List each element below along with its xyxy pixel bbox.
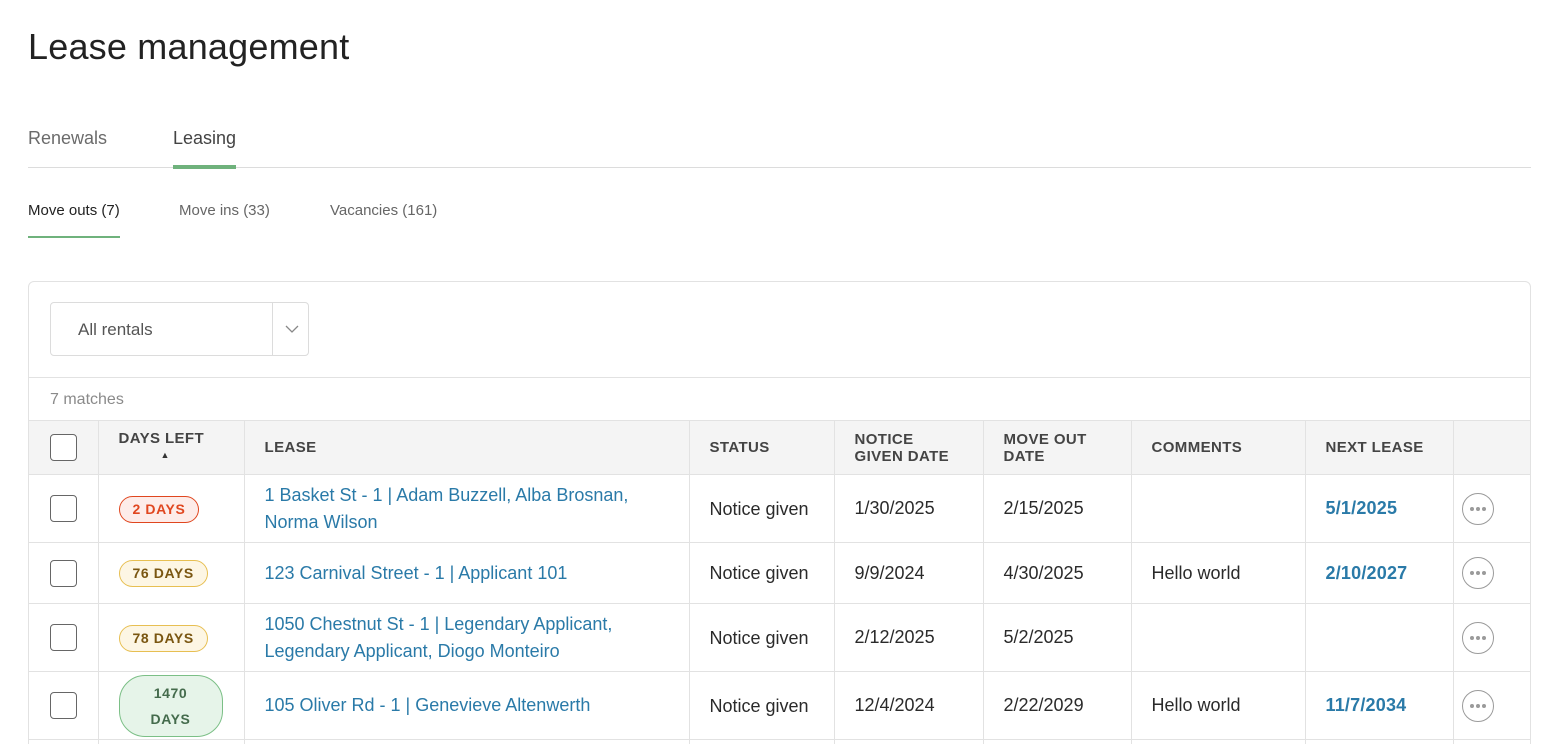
table-row: 76 DAYS 123 Carnival Street - 1 | Applic…: [29, 542, 1530, 604]
subtab-vacancies[interactable]: Vacancies (161): [330, 202, 437, 236]
lease-link[interactable]: 105 Oliver Rd - 1 | Genevieve Altenwerth: [265, 695, 591, 715]
table-row: [29, 739, 1530, 744]
lease-cell: 105 Oliver Rd - 1 | Genevieve Altenwerth: [244, 671, 690, 740]
actions-cell: [1453, 739, 1530, 744]
comments-cell: [1131, 603, 1306, 672]
more-options-icon[interactable]: [1461, 689, 1494, 722]
sort-up-icon[interactable]: ▲: [161, 447, 170, 464]
table-row: 1470 DAYS 105 Oliver Rd - 1 | Genevieve …: [29, 671, 1530, 740]
days-left-badge: 78 DAYS: [118, 624, 208, 652]
select-all-checkbox[interactable]: [50, 434, 77, 461]
page-title: Lease management: [28, 26, 350, 67]
header-notice-given-date-label: NOTICE GIVEN DATE: [854, 430, 950, 465]
next-lease-cell: [1305, 603, 1454, 672]
tab-renewals[interactable]: Renewals: [28, 128, 107, 165]
next-lease-cell: 5/1/2025: [1305, 474, 1454, 543]
table-header-row: DAYS LEFT▲ LEASE STATUS NOTICE GIVEN DAT…: [29, 420, 1530, 475]
move-out-date-cell: [983, 739, 1132, 744]
move-out-date-cell: 2/15/2025: [983, 474, 1132, 543]
notice-given-date-cell: 9/9/2024: [834, 542, 984, 604]
lease-link[interactable]: 1 Basket St - 1 | Adam Buzzell, Alba Bro…: [265, 485, 629, 532]
actions-cell: [1453, 474, 1530, 543]
row-checkbox[interactable]: [50, 692, 77, 720]
notice-given-date-cell: 2/12/2025: [834, 603, 984, 672]
row-checkbox[interactable]: [50, 559, 77, 587]
table-row: 2 DAYS 1 Basket St - 1 | Adam Buzzell, A…: [29, 474, 1530, 543]
chevron-down-icon[interactable]: [284, 321, 300, 337]
more-options-icon[interactable]: [1461, 492, 1494, 525]
status-cell: Notice given: [689, 474, 835, 543]
row-select-cell: [29, 542, 99, 604]
row-select-cell: [29, 603, 99, 672]
next-lease-link[interactable]: 2/10/2027: [1326, 563, 1408, 583]
row-select-cell: [29, 671, 99, 740]
main-tabs: Renewals Leasing: [28, 118, 1531, 169]
status-cell: Notice given: [689, 542, 835, 604]
row-checkbox[interactable]: [50, 624, 77, 652]
status-cell: Notice given: [689, 671, 835, 740]
row-checkbox[interactable]: [50, 495, 77, 523]
notice-given-date-cell: 1/30/2025: [834, 474, 984, 543]
days-left-cell: 2 DAYS: [98, 474, 245, 543]
lease-cell: 1 Basket St - 1 | Adam Buzzell, Alba Bro…: [244, 474, 690, 543]
move-out-date-cell: 4/30/2025: [983, 542, 1132, 604]
next-lease-link[interactable]: 11/7/2034: [1326, 695, 1407, 715]
rentals-filter-value: All rentals: [78, 320, 153, 339]
days-left-cell: 1470 DAYS: [98, 671, 245, 740]
notice-given-date-cell: 12/4/2024: [834, 671, 984, 740]
more-options-icon[interactable]: [1461, 557, 1494, 589]
header-days-left-label: DAYS LEFT: [118, 430, 205, 447]
header-next-lease[interactable]: NEXT LEASE: [1305, 420, 1454, 475]
lease-link[interactable]: 1050 Chestnut St - 1 | Legendary Applica…: [265, 614, 613, 661]
header-move-out-date[interactable]: MOVE OUT DATE: [983, 420, 1132, 475]
filter-divider: [272, 303, 273, 355]
header-days-left[interactable]: DAYS LEFT▲: [98, 420, 245, 475]
days-left-cell: 76 DAYS: [98, 542, 245, 604]
move-out-date-cell: 2/22/2029: [983, 671, 1132, 740]
next-lease-cell: 2/10/2027: [1305, 542, 1454, 604]
header-status[interactable]: STATUS: [689, 420, 835, 475]
move-outs-panel: All rentals 7 matches DAYS LEFT▲ LEASE S…: [28, 281, 1531, 744]
lease-cell: 1050 Chestnut St - 1 | Legendary Applica…: [244, 603, 690, 672]
move-out-date-cell: 5/2/2025: [983, 603, 1132, 672]
more-options-icon[interactable]: [1461, 621, 1494, 654]
comments-cell: [1131, 739, 1306, 744]
lease-link[interactable]: 123 Carnival Street - 1 | Applicant 101: [265, 563, 568, 583]
lease-cell: [244, 739, 690, 744]
days-left-badge: 1470 DAYS: [118, 674, 223, 737]
subtab-move-ins[interactable]: Move ins (33): [179, 202, 270, 236]
row-select-cell: [29, 474, 99, 543]
table-row: 78 DAYS 1050 Chestnut St - 1 | Legendary…: [29, 603, 1530, 672]
notice-given-date-cell: [834, 739, 984, 744]
select-all-header: [29, 420, 99, 475]
next-lease-cell: 11/7/2034: [1305, 671, 1454, 740]
actions-cell: [1453, 603, 1530, 672]
days-left-cell: [98, 739, 245, 744]
days-left-badge: 76 DAYS: [118, 560, 208, 587]
next-lease-cell: [1305, 739, 1454, 744]
matches-count: 7 matches: [50, 391, 124, 408]
actions-cell: [1453, 671, 1530, 740]
move-outs-table: DAYS LEFT▲ LEASE STATUS NOTICE GIVEN DAT…: [29, 420, 1530, 744]
row-select-cell: [29, 739, 99, 744]
header-comments[interactable]: COMMENTS: [1131, 420, 1306, 475]
days-left-badge: 2 DAYS: [118, 495, 200, 523]
header-notice-given-date[interactable]: NOTICE GIVEN DATE: [834, 420, 984, 475]
next-lease-link[interactable]: 5/1/2025: [1326, 498, 1398, 518]
tab-leasing[interactable]: Leasing: [173, 128, 237, 169]
lease-cell: 123 Carnival Street - 1 | Applicant 101: [244, 542, 690, 604]
rentals-filter-select[interactable]: All rentals: [50, 302, 309, 356]
days-left-cell: 78 DAYS: [98, 603, 245, 672]
matches-bar: 7 matches: [29, 377, 1530, 420]
header-actions: [1453, 420, 1530, 475]
header-move-out-date-label: MOVE OUT DATE: [1003, 430, 1087, 465]
comments-cell: Hello world: [1131, 542, 1306, 604]
status-cell: [689, 739, 835, 744]
header-lease[interactable]: LEASE: [244, 420, 690, 475]
comments-cell: [1131, 474, 1306, 543]
status-cell: Notice given: [689, 603, 835, 672]
actions-cell: [1453, 542, 1530, 604]
comments-cell: Hello world: [1131, 671, 1306, 740]
subtab-move-outs[interactable]: Move outs (7): [28, 202, 120, 238]
